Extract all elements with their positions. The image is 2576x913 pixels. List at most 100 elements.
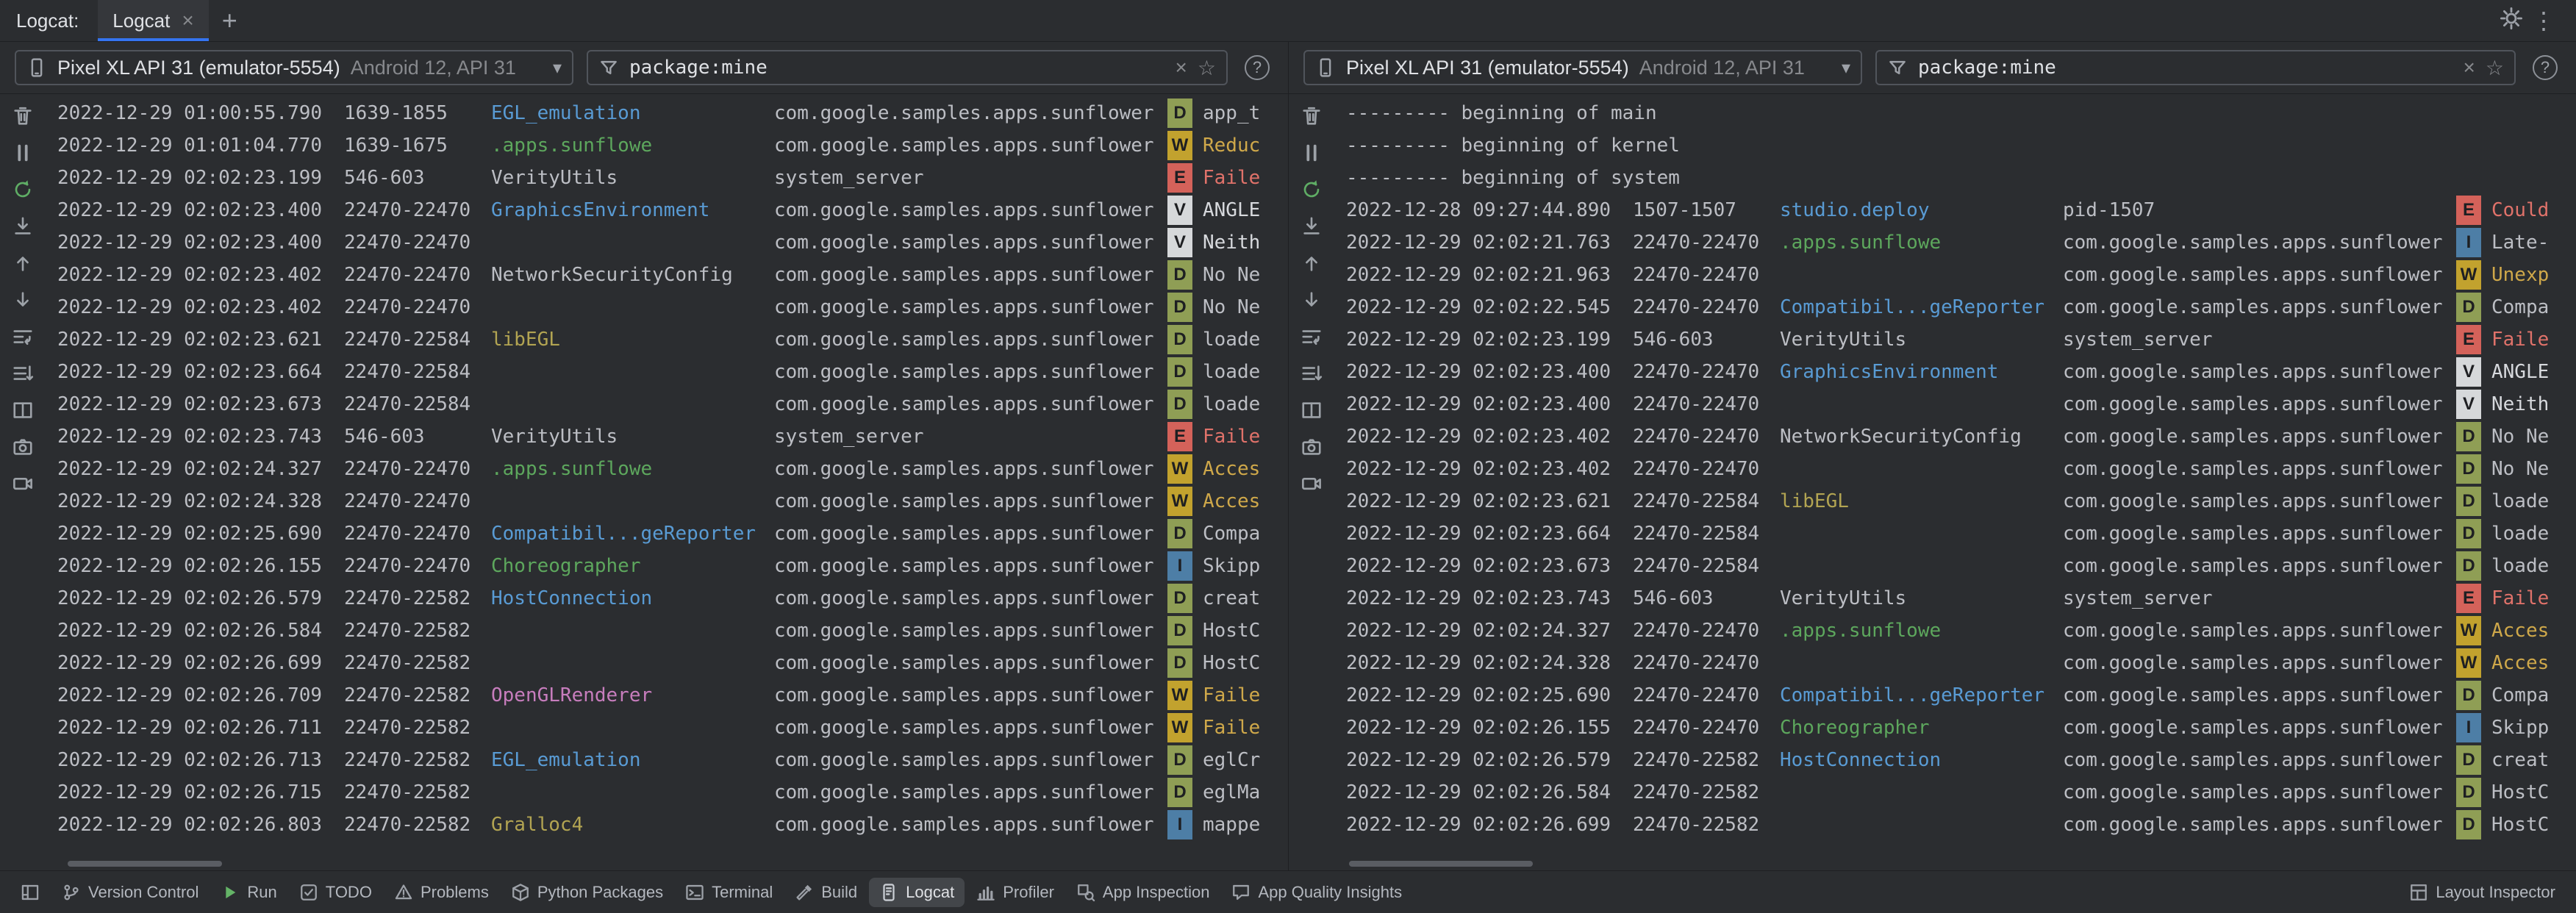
log-row[interactable]: 2022-12-29 02:02:26.699 22470-22582 com.go… [57, 647, 1288, 679]
device-selector[interactable]: Pixel XL API 31 (emulator-5554) Android … [1303, 50, 1862, 85]
clear-logcat-icon[interactable] [1298, 104, 1325, 128]
toolwindow-button-profiler[interactable]: Profiler [966, 878, 1065, 907]
device-selector[interactable]: Pixel XL API 31 (emulator-5554) Android … [15, 50, 573, 85]
restart-logcat-icon[interactable] [1298, 178, 1325, 201]
formatting-options-icon[interactable] [1298, 362, 1325, 385]
next-occurrence-icon[interactable] [1298, 288, 1325, 312]
pause-logcat-icon[interactable] [1298, 141, 1325, 165]
filter-value[interactable]: package:mine [1918, 57, 2056, 79]
clear-filter-icon[interactable]: × [1176, 56, 1187, 79]
new-tab-button[interactable]: + [209, 5, 251, 36]
log-row[interactable]: 2022-12-29 02:02:23.400 22470-22470 Graphi… [57, 194, 1288, 226]
toolwindow-button-build[interactable]: Build [784, 878, 867, 907]
log-row[interactable]: 2022-12-29 01:00:55.790 1639-1855 EGL_emul… [57, 97, 1288, 129]
tab-close-icon[interactable]: × [182, 9, 193, 32]
log-row[interactable]: 2022-12-29 02:02:21.763 22470-22470 .apps.… [1346, 226, 2576, 259]
log-row[interactable]: 2022-12-29 02:02:23.400 22470-22470 Graphi… [1346, 356, 2576, 388]
soft-wrap-icon[interactable] [10, 325, 36, 348]
log-row[interactable]: --------- beginning of kernel [1346, 129, 2576, 162]
screenshot-icon[interactable] [10, 435, 36, 459]
log-row[interactable]: 2022-12-29 02:02:25.690 22470-22470 Compat… [57, 518, 1288, 550]
scroll-to-end-icon[interactable] [1298, 215, 1325, 238]
log-row[interactable]: 2022-12-28 09:27:44.890 1507-1507 studio.d… [1346, 194, 2576, 226]
log-row[interactable]: 2022-12-29 02:02:22.545 22470-22470 Compat… [1346, 291, 2576, 323]
log-row[interactable]: --------- beginning of main [1346, 97, 2576, 129]
log-row[interactable]: 2022-12-29 02:02:24.328 22470-22470 com.go… [57, 485, 1288, 518]
log-row[interactable]: 2022-12-29 02:02:26.803 22470-22582 Grallo… [57, 809, 1288, 841]
favorite-filter-icon[interactable]: ☆ [1198, 56, 1216, 80]
toolwindow-button-app-inspection[interactable]: App Inspection [1066, 878, 1220, 907]
toolwindow-button-problems[interactable]: Problems [384, 878, 499, 907]
tab-logcat[interactable]: Logcat × [98, 0, 210, 41]
toolwindow-button-logcat[interactable]: Logcat [869, 877, 965, 907]
clear-filter-icon[interactable]: × [2464, 56, 2475, 79]
log-row[interactable]: 2022-12-29 02:02:23.402 22470-22470 com.go… [57, 291, 1288, 323]
previous-occurrence-icon[interactable] [1298, 251, 1325, 275]
filter-field[interactable]: package:mine × ☆ [587, 50, 1228, 85]
filter-funnel-icon[interactable] [1887, 57, 1908, 78]
log-row[interactable]: 2022-12-29 02:02:23.402 22470-22470 com.go… [1346, 453, 2576, 485]
log-row[interactable]: --------- beginning of system [1346, 162, 2576, 194]
pause-logcat-icon[interactable] [10, 141, 36, 165]
screenshot-icon[interactable] [1298, 435, 1325, 459]
log-row[interactable]: 2022-12-29 02:02:26.579 22470-22582 HostCo… [57, 582, 1288, 615]
log-row[interactable]: 2022-12-29 02:02:26.709 22470-22582 OpenGL… [57, 679, 1288, 712]
log-row[interactable]: 2022-12-29 02:02:21.963 22470-22470 com.go… [1346, 259, 2576, 291]
log-table[interactable]: 2022-12-29 01:00:55.790 1639-1855 EGL_emul… [46, 94, 1288, 870]
log-row[interactable]: 2022-12-29 02:02:26.713 22470-22582 EGL_em… [57, 744, 1288, 776]
log-row[interactable]: 2022-12-29 02:02:23.621 22470-22584 libEGL… [57, 323, 1288, 356]
log-row[interactable]: 2022-12-29 02:02:25.690 22470-22470 Compat… [1346, 679, 2576, 712]
log-row[interactable]: 2022-12-29 02:02:23.199 546-603 VerityUtil… [57, 162, 1288, 194]
log-row[interactable]: 2022-12-29 02:02:26.699 22470-22582 com.go… [1346, 809, 2576, 841]
filter-value[interactable]: package:mine [629, 57, 768, 79]
log-row[interactable]: 2022-12-29 02:02:26.711 22470-22582 com.go… [57, 712, 1288, 744]
help-icon[interactable]: ? [2529, 55, 2561, 80]
screen-record-icon[interactable] [1298, 472, 1325, 495]
log-row[interactable]: 2022-12-29 02:02:26.155 22470-22470 Choreo… [1346, 712, 2576, 744]
soft-wrap-icon[interactable] [1298, 325, 1325, 348]
log-row[interactable]: 2022-12-29 02:02:24.327 22470-22470 .apps.… [57, 453, 1288, 485]
toolwindow-button-run[interactable]: Run [210, 878, 287, 907]
log-row[interactable]: 2022-12-29 02:02:23.199 546-603 VerityUtil… [1346, 323, 2576, 356]
log-row[interactable]: 2022-12-29 02:02:23.743 546-603 VerityUtil… [57, 420, 1288, 453]
toolwindow-button-python-packages[interactable]: Python Packages [501, 878, 673, 907]
log-row[interactable]: 2022-12-29 02:02:23.673 22470-22584 com.go… [57, 388, 1288, 420]
restart-logcat-icon[interactable] [10, 178, 36, 201]
split-panels-icon[interactable] [1298, 398, 1325, 422]
favorite-filter-icon[interactable]: ☆ [2486, 56, 2504, 80]
split-panels-icon[interactable] [10, 398, 36, 422]
clear-logcat-icon[interactable] [10, 104, 36, 128]
filter-field[interactable]: package:mine × ☆ [1875, 50, 2516, 85]
previous-occurrence-icon[interactable] [10, 251, 36, 275]
log-table[interactable]: --------- beginning of main --------- beg… [1334, 94, 2576, 870]
log-row[interactable]: 2022-12-29 01:01:04.770 1639-1675 .apps.su… [57, 129, 1288, 162]
log-row[interactable]: 2022-12-29 02:02:23.621 22470-22584 libEGL… [1346, 485, 2576, 518]
toolwindow-button-toolwindows[interactable] [10, 878, 50, 907]
settings-gear-icon[interactable] [2495, 7, 2527, 35]
screen-record-icon[interactable] [10, 472, 36, 495]
horizontal-scrollbar[interactable] [1334, 861, 2569, 867]
more-options-icon[interactable]: ⋮ [2527, 7, 2560, 35]
formatting-options-icon[interactable] [10, 362, 36, 385]
scrollbar-thumb[interactable] [1349, 861, 1533, 867]
toolwindow-button-todo[interactable]: TODO [289, 878, 382, 907]
log-row[interactable]: 2022-12-29 02:02:23.664 22470-22584 com.go… [57, 356, 1288, 388]
log-row[interactable]: 2022-12-29 02:02:23.402 22470-22470 Networ… [1346, 420, 2576, 453]
log-row[interactable]: 2022-12-29 02:02:24.328 22470-22470 com.go… [1346, 647, 2576, 679]
log-row[interactable]: 2022-12-29 02:02:23.400 22470-22470 com.go… [57, 226, 1288, 259]
filter-funnel-icon[interactable] [598, 57, 619, 78]
log-row[interactable]: 2022-12-29 02:02:24.327 22470-22470 .apps.… [1346, 615, 2576, 647]
next-occurrence-icon[interactable] [10, 288, 36, 312]
toolwindow-button-app-quality-insights[interactable]: App Quality Insights [1221, 878, 1412, 907]
toolwindow-button-layout-inspector[interactable]: Layout Inspector [2399, 878, 2566, 907]
log-row[interactable]: 2022-12-29 02:02:23.664 22470-22584 com.go… [1346, 518, 2576, 550]
toolwindow-button-terminal[interactable]: Terminal [675, 878, 783, 907]
log-row[interactable]: 2022-12-29 02:02:23.743 546-603 VerityUtil… [1346, 582, 2576, 615]
log-row[interactable]: 2022-12-29 02:02:23.400 22470-22470 com.go… [1346, 388, 2576, 420]
log-row[interactable]: 2022-12-29 02:02:23.402 22470-22470 Networ… [57, 259, 1288, 291]
log-row[interactable]: 2022-12-29 02:02:26.579 22470-22582 HostCo… [1346, 744, 2576, 776]
log-row[interactable]: 2022-12-29 02:02:26.584 22470-22582 com.go… [1346, 776, 2576, 809]
toolwindow-button-version-control[interactable]: Version Control [51, 878, 209, 907]
log-row[interactable]: 2022-12-29 02:02:23.673 22470-22584 com.go… [1346, 550, 2576, 582]
log-row[interactable]: 2022-12-29 02:02:26.584 22470-22582 com.go… [57, 615, 1288, 647]
